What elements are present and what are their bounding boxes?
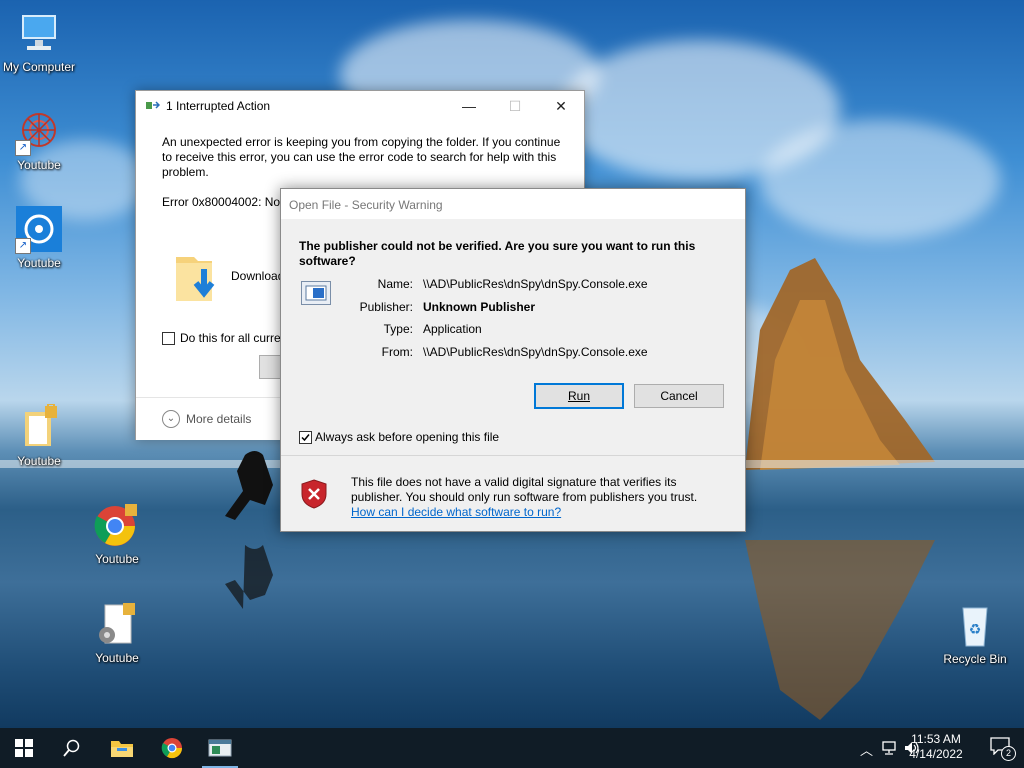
search-icon [63,739,80,757]
shortcut-arrow-icon: ↗ [15,238,31,254]
taskbar-file-explorer[interactable] [98,728,146,768]
dialog-title: Open File - Security Warning [289,198,443,212]
publisher-key: Publisher: [359,300,413,314]
desktop-icon-label: Youtube [17,454,61,468]
divider [281,455,745,456]
desktop-icon-youtube-5[interactable]: Youtube [79,601,155,665]
notification-count: 2 [1001,746,1016,761]
error-code: Error 0x80004002: No s [162,195,290,209]
desktop-icon-label: Recycle Bin [943,652,1007,666]
shield-error-icon [301,479,327,509]
desktop-icon-youtube-3[interactable]: Youtube [1,403,77,468]
computer-icon [15,10,63,58]
chevron-up-icon[interactable]: ︿ [860,740,873,759]
security-warning-dialog: Open File - Security Warning The publish… [280,188,746,532]
locked-folder-icon [15,403,63,452]
taskbar-app-window[interactable] [196,728,244,768]
error-message: An unexpected error is keeping you from … [162,135,561,179]
taskbar: ︿ 11:53 AM 4/14/2022 2 [0,728,1024,768]
signature-note: This file does not have a valid digital … [351,475,731,520]
always-ask-checkbox[interactable]: Always ask before opening this file [299,430,499,444]
app-window-icon [208,739,232,757]
application-file-icon [301,281,331,305]
desktop-icon-label: Youtube [95,552,139,566]
help-link[interactable]: How can I decide what software to run? [351,505,561,519]
search-button[interactable] [48,728,96,768]
recycle-bin-icon: ♻ [951,602,999,650]
desktop: My Computer ↗ Youtube ↗ Youtube Youtube … [0,0,1024,728]
desktop-icon-label: Youtube [17,158,61,172]
chrome-icon [93,502,141,550]
from-value: \\AD\PublicRes\dnSpy\dnSpy.Console.exe [423,345,648,359]
download-label: Download [231,269,285,283]
do-this-for-all-checkbox[interactable]: Do this for all curre [162,331,281,345]
blue-disc-app-icon: ↗ [15,206,63,254]
from-key: From: [381,345,413,359]
desktop-icon-recycle-bin[interactable]: ♻ Recycle Bin [937,602,1013,666]
name-value: \\AD\PublicRes\dnSpy\dnSpy.Console.exe [423,277,648,291]
name-row: Name: \\AD\PublicRes\dnSpy\dnSpy.Console.… [341,277,731,291]
desktop-icon-label: Youtube [95,651,139,665]
checkbox-label: Do this for all curre [180,331,281,345]
file-explorer-icon [111,741,133,757]
run-button[interactable]: Run [534,383,624,409]
notifications-button[interactable]: 2 [990,737,1016,761]
signature-note-text: This file does not have a valid digital … [351,475,698,504]
cancel-button[interactable]: Cancel [634,384,724,408]
type-value: Application [423,322,482,336]
system-tray: ︿ 11:53 AM 4/14/2022 2 [824,728,1024,768]
start-button[interactable] [0,728,48,768]
checkbox-box[interactable] [299,430,312,444]
taskbar-chrome[interactable] [148,728,196,768]
desktop-icon-label: My Computer [2,60,76,74]
chrome-icon [161,738,183,759]
window-title: 1 Interrupted Action [166,99,271,113]
publisher-question: The publisher could not be verified. Are… [299,239,696,268]
locked-settings-file-icon [93,601,141,649]
clock[interactable]: 11:53 AM 4/14/2022 [904,732,968,762]
network-icon[interactable] [882,741,898,755]
window-titlebar[interactable]: 1 Interrupted Action — ☐ ✕ [136,91,584,121]
chevron-down-icon: ⌄ [162,410,180,428]
desktop-icon-my-computer[interactable]: My Computer [1,10,77,74]
checkbox-label: Always ask before opening this file [315,430,500,444]
dialog-titlebar[interactable]: Open File - Security Warning [281,189,745,219]
desktop-icon-label: Youtube [17,256,61,270]
type-row: Type: Application [341,322,731,336]
folder-download-icon [172,249,220,305]
from-row: From: \\AD\PublicRes\dnSpy\dnSpy.Console.… [341,345,731,359]
start-icon [15,739,33,757]
shortcut-arrow-icon: ↗ [15,140,31,156]
file-copy-icon [146,101,160,109]
desktop-icon-youtube-2[interactable]: ↗ Youtube [1,206,77,270]
maximize-button[interactable]: ☐ [492,91,538,121]
minimize-button[interactable]: — [446,91,492,121]
clock-date: 4/14/2022 [909,747,963,761]
desktop-icon-youtube-1[interactable]: ↗ Youtube [1,108,77,172]
more-details-label: More details [186,412,252,426]
clock-time: 11:53 AM [911,732,961,746]
desktop-icon-youtube-4[interactable]: Youtube [79,502,155,566]
svg-text:♻: ♻ [969,621,982,637]
red-mandala-icon: ↗ [15,108,63,156]
checkmark-icon [301,433,310,441]
name-key: Name: [377,277,413,291]
close-button[interactable]: ✕ [538,91,584,121]
publisher-row: Publisher: Unknown Publisher [341,300,731,314]
checkbox-box[interactable] [162,331,175,345]
type-key: Type: [383,322,413,336]
more-details-toggle[interactable]: ⌄ More details [162,410,251,428]
publisher-value: Unknown Publisher [423,300,536,314]
